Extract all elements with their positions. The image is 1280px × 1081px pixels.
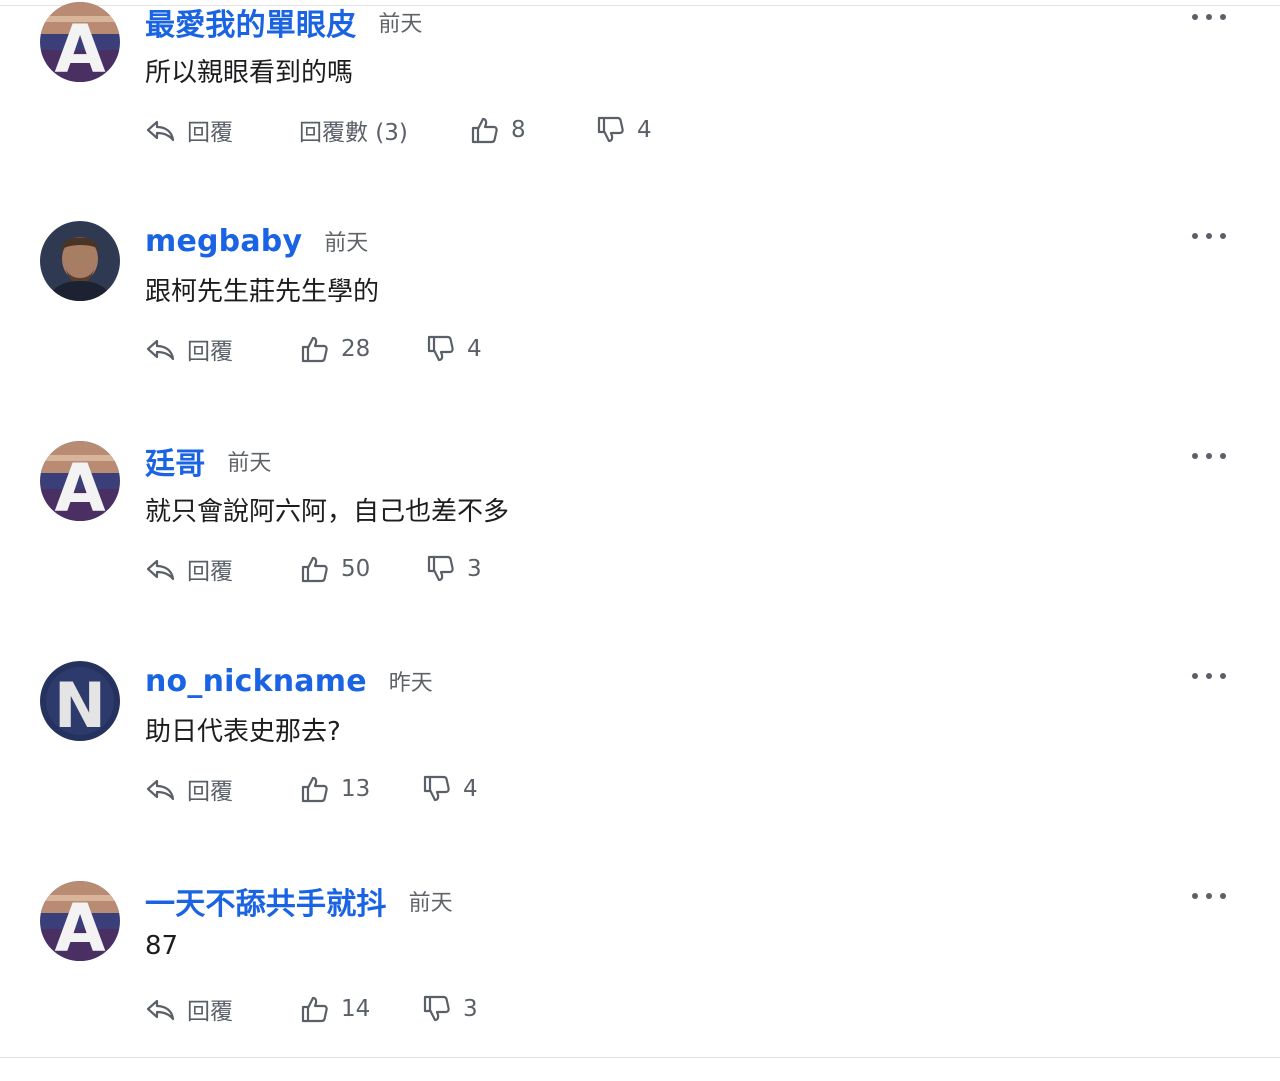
svg-text:A: A — [54, 890, 105, 961]
comment-actions: 回覆 50 3 — [145, 551, 482, 587]
reply-button[interactable]: 回覆 — [145, 113, 299, 147]
dislike-button[interactable]: 3 — [421, 994, 478, 1024]
letter-a-avatar-icon: A — [40, 441, 120, 521]
dislike-count: 4 — [637, 117, 652, 143]
comment-text: 助日代表史那去? — [145, 717, 341, 747]
like-count: 28 — [341, 336, 371, 362]
thumbs-down-icon — [597, 116, 624, 143]
dislike-count: 4 — [467, 336, 482, 362]
view-replies-button[interactable]: 回覆數 (3) — [299, 113, 469, 147]
comment-text: 跟柯先生莊先生學的 — [145, 277, 380, 307]
reply-arrow-icon — [146, 339, 175, 361]
dislike-button[interactable]: 4 — [421, 774, 478, 804]
comment-item: A 最愛我的單眼皮 前天 所以親眼看到的嗎 回覆 回覆數 (3) 8 4 — [0, 2, 1280, 202]
thumbs-down-icon — [423, 995, 450, 1022]
comment-actions: 回覆 13 4 — [145, 771, 478, 807]
comment-author[interactable]: no_nickname — [145, 664, 367, 699]
more-options-icon[interactable] — [1192, 10, 1226, 24]
reply-arrow-icon — [146, 559, 175, 581]
like-count: 14 — [341, 996, 371, 1022]
comment-author[interactable]: megbaby — [145, 224, 302, 259]
reply-arrow-icon — [146, 999, 175, 1021]
comment-time: 前天 — [408, 891, 453, 916]
thumbs-down-icon — [427, 335, 454, 362]
avatar[interactable]: A — [40, 881, 120, 961]
comment-item: N no_nickname 昨天 助日代表史那去? 回覆 13 4 — [0, 661, 1280, 861]
comment-author[interactable]: 最愛我的單眼皮 — [145, 0, 356, 44]
more-options-icon[interactable] — [1192, 669, 1226, 683]
more-options-icon[interactable] — [1192, 449, 1226, 463]
avatar[interactable]: A — [40, 441, 120, 521]
like-button[interactable]: 28 — [299, 334, 425, 364]
svg-text:N: N — [54, 669, 106, 741]
avatar[interactable] — [40, 221, 120, 301]
svg-text:A: A — [54, 450, 105, 521]
like-button[interactable]: 14 — [299, 994, 421, 1024]
reply-button[interactable]: 回覆 — [145, 332, 299, 366]
like-button[interactable]: 8 — [469, 115, 595, 145]
reply-button[interactable]: 回覆 — [145, 552, 299, 586]
dislike-count: 3 — [467, 556, 482, 582]
user-photo-avatar-icon — [40, 221, 120, 301]
comment-time: 前天 — [378, 12, 423, 37]
comment-item: A 一天不舔共手就抖 前天 87 回覆 14 3 — [0, 881, 1280, 1081]
dislike-button[interactable]: 3 — [425, 554, 482, 584]
like-count: 50 — [341, 556, 371, 582]
comment-time: 前天 — [227, 451, 272, 476]
thumbs-up-icon — [301, 556, 328, 583]
letter-a-avatar-icon: A — [40, 2, 120, 82]
reply-arrow-icon — [146, 120, 175, 142]
comment-actions: 回覆 14 3 — [145, 991, 478, 1027]
svg-text:A: A — [54, 11, 105, 82]
dislike-count: 4 — [463, 776, 478, 802]
avatar[interactable]: N — [40, 661, 120, 741]
comment-item: megbaby 前天 跟柯先生莊先生學的 回覆 28 4 — [0, 221, 1280, 421]
comment-text: 就只會說阿六阿，自己也差不多 — [145, 497, 510, 527]
like-count: 8 — [511, 117, 526, 143]
reply-button[interactable]: 回覆 — [145, 772, 299, 806]
thumbs-up-icon — [471, 117, 498, 144]
dislike-count: 3 — [463, 996, 478, 1022]
dislike-button[interactable]: 4 — [425, 334, 482, 364]
dislike-button[interactable]: 4 — [595, 115, 652, 145]
comment-author[interactable]: 一天不舔共手就抖 — [145, 879, 387, 923]
comment-author[interactable]: 廷哥 — [145, 439, 205, 483]
thumbs-down-icon — [427, 555, 454, 582]
comment-actions: 回覆 回覆數 (3) 8 4 — [145, 112, 652, 148]
like-button[interactable]: 50 — [299, 554, 425, 584]
reply-button[interactable]: 回覆 — [145, 992, 299, 1026]
like-button[interactable]: 13 — [299, 774, 421, 804]
comment-actions: 回覆 28 4 — [145, 331, 482, 367]
comment-text: 87 — [145, 931, 179, 961]
bottom-divider — [0, 1057, 1280, 1058]
thumbs-up-icon — [301, 336, 328, 363]
comment-time: 前天 — [324, 231, 369, 256]
letter-a-avatar-icon: A — [40, 881, 120, 961]
like-count: 13 — [341, 776, 371, 802]
thumbs-down-icon — [423, 775, 450, 802]
more-options-icon[interactable] — [1192, 889, 1226, 903]
more-options-icon[interactable] — [1192, 229, 1226, 243]
thumbs-up-icon — [301, 996, 328, 1023]
comment-item: A 廷哥 前天 就只會說阿六阿，自己也差不多 回覆 50 3 — [0, 441, 1280, 641]
thumbs-up-icon — [301, 776, 328, 803]
avatar[interactable]: A — [40, 2, 120, 82]
reply-arrow-icon — [146, 779, 175, 801]
comment-text: 所以親眼看到的嗎 — [145, 58, 354, 88]
letter-n-avatar-icon: N — [40, 661, 120, 741]
comment-time: 昨天 — [388, 671, 433, 696]
